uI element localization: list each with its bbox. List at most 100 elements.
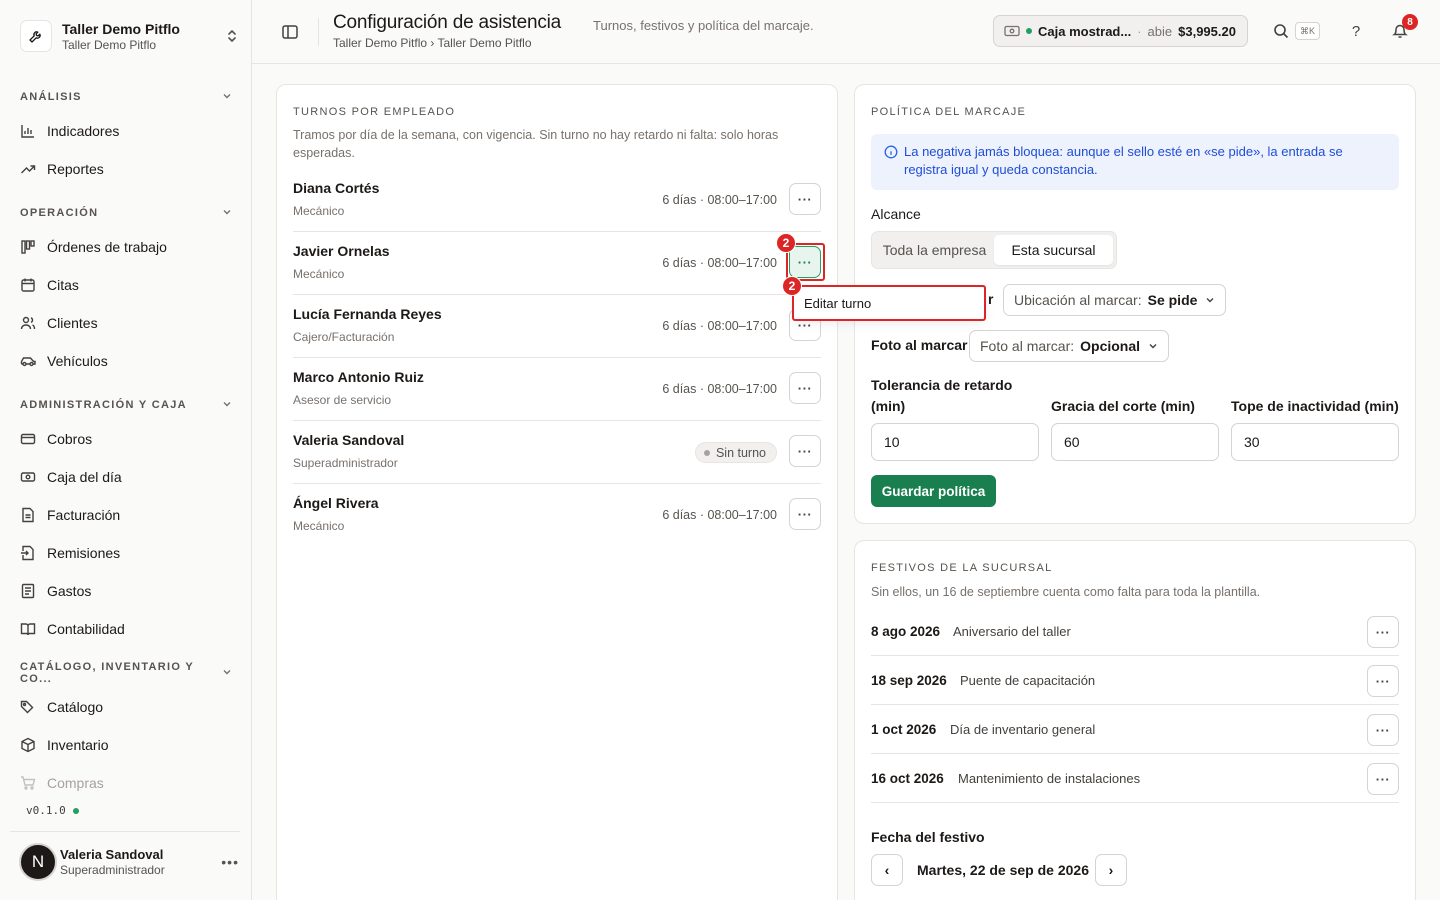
box-icon	[20, 737, 36, 753]
holiday-date: 16 oct 2026	[871, 771, 944, 786]
row-actions-button[interactable]: ···	[1367, 763, 1399, 795]
row-actions-button[interactable]: ···	[789, 372, 821, 404]
inactivity-input[interactable]: 30	[1231, 423, 1399, 461]
select-label: Foto al marcar:	[980, 338, 1075, 354]
cash-register-status[interactable]: Caja mostrad... · abie $3,995.20	[993, 15, 1248, 47]
search-shortcut: ⌘K	[1295, 22, 1321, 40]
row-actions-button[interactable]: ···	[1367, 616, 1399, 648]
receipt-icon	[20, 583, 36, 599]
sidebar-item-ordenes[interactable]: Órdenes de trabajo	[20, 232, 232, 262]
sidebar-item-citas[interactable]: Citas	[20, 270, 232, 300]
holiday-date: 1 oct 2026	[871, 722, 937, 737]
help-icon[interactable]: ?	[1347, 22, 1365, 40]
table-row: Valeria Sandoval Superadministrador Sin …	[293, 421, 821, 484]
sidebar-toggle-icon[interactable]	[280, 22, 300, 42]
sidebar-item-label: Facturación	[47, 507, 121, 523]
row-actions-button[interactable]: ···	[789, 183, 821, 215]
sidebar-item-label: Compras	[47, 775, 104, 791]
top-header: Configuración de asistencia Turnos, fest…	[252, 0, 1440, 64]
employee-role: Asesor de servicio	[293, 393, 392, 407]
row-actions-button[interactable]: ···	[789, 498, 821, 530]
info-alert: La negativa jamás bloquea: aunque el sel…	[871, 134, 1399, 190]
sidebar-item-remisiones[interactable]: Remisiones	[20, 538, 232, 568]
tolerance-input[interactable]: 10	[871, 423, 1039, 461]
employee-role: Mecánico	[293, 267, 345, 281]
sidebar-item-inventario[interactable]: Inventario	[20, 730, 232, 760]
app-version: v0.1.0	[26, 804, 79, 817]
prev-date-button[interactable]: ‹	[871, 854, 903, 886]
section-label: TURNOS POR EMPLEADO	[293, 106, 456, 118]
scope-label: Alcance	[871, 206, 921, 222]
sidebar-item-clientes[interactable]: Clientes	[20, 308, 232, 338]
file-icon	[20, 507, 36, 523]
section-operacion[interactable]: OPERACIÓN	[20, 205, 232, 221]
sidebar-item-label: Clientes	[47, 315, 98, 331]
status-badge-label: Sin turno	[715, 445, 766, 460]
scope-toggle: Toda la empresa Esta sucursal	[871, 231, 1117, 269]
highlight-box	[792, 285, 986, 321]
user-menu[interactable]: N Valeria Sandoval Superadministrador ••…	[19, 843, 239, 881]
sidebar: Taller Demo Pitflo Taller Demo Pitflo AN…	[0, 0, 252, 900]
tags-icon	[20, 699, 36, 715]
section-label: POLÍTICA DEL MARCAJE	[871, 106, 1027, 118]
sidebar-item-contabilidad[interactable]: Contabilidad	[20, 614, 232, 644]
photo-select[interactable]: Foto al marcar: Opcional	[969, 330, 1170, 362]
sidebar-item-gastos[interactable]: Gastos	[20, 576, 232, 606]
separator: ·	[1137, 23, 1142, 39]
breadcrumb[interactable]: Taller Demo Pitflo › Taller Demo Pitflo	[333, 36, 532, 50]
list-item: 18 sep 2026 Puente de capacitación ···	[871, 656, 1399, 705]
sidebar-item-label: Citas	[47, 277, 79, 293]
row-actions-button[interactable]: ···	[1367, 665, 1399, 697]
section-administracion[interactable]: ADMINISTRACIÓN Y CAJA	[20, 397, 232, 413]
select-value: Opcional	[1080, 338, 1141, 354]
row-actions-button[interactable]: ···	[1367, 714, 1399, 746]
section-title: OPERACIÓN	[20, 207, 99, 219]
employee-name: Ángel Rivera	[293, 495, 379, 511]
trend-up-icon	[20, 161, 36, 177]
wrench-icon	[20, 20, 52, 52]
section-catalogo[interactable]: CATÁLOGO, INVENTARIO Y CO...	[20, 661, 232, 685]
sidebar-item-indicadores[interactable]: Indicadores	[20, 116, 232, 146]
info-text: La negativa jamás bloquea: aunque el sel…	[904, 144, 1343, 177]
cart-icon	[20, 775, 36, 791]
sidebar-item-catalogo[interactable]: Catálogo	[20, 692, 232, 722]
shifts-card: TURNOS POR EMPLEADO Tramos por día de la…	[276, 84, 838, 900]
chevron-down-icon	[1205, 295, 1215, 305]
status-dot	[1026, 28, 1032, 34]
scope-option-branch[interactable]: Esta sucursal	[994, 235, 1113, 265]
chevron-down-icon	[222, 207, 232, 220]
list-item: 8 ago 2026 Aniversario del taller ···	[871, 607, 1399, 656]
table-row: Ángel Rivera Mecánico 6 días · 08:00–17:…	[293, 484, 821, 547]
section-analisis[interactable]: ANÁLISIS	[20, 89, 232, 105]
status-badge: Sin turno	[694, 442, 777, 463]
org-switcher[interactable]: Taller Demo Pitflo Taller Demo Pitflo	[20, 18, 240, 54]
photo-label: Foto al marcar	[871, 337, 968, 353]
employee-schedule: 6 días · 08:00–17:00	[662, 508, 777, 522]
sidebar-item-label: Indicadores	[47, 123, 120, 139]
sidebar-item-reportes[interactable]: Reportes	[20, 154, 232, 184]
location-select[interactable]: Ubicación al marcar: Se pide	[1003, 284, 1227, 316]
date-field-label: Fecha del festivo	[871, 829, 985, 845]
sidebar-item-label: Contabilidad	[47, 621, 125, 637]
status-dot	[72, 807, 79, 814]
more-horizontal-icon[interactable]: •••	[221, 854, 239, 870]
sidebar-item-compras[interactable]: Compras	[20, 768, 232, 798]
save-policy-button[interactable]: Guardar política	[871, 475, 996, 507]
row-actions-button[interactable]: ···	[789, 435, 821, 467]
sidebar-item-cobros[interactable]: Cobros	[20, 424, 232, 454]
version-text: v0.1.0	[26, 804, 66, 817]
section-title: ANÁLISIS	[20, 91, 82, 103]
org-name: Taller Demo Pitflo	[62, 20, 180, 37]
scope-option-company[interactable]: Toda la empresa	[875, 235, 994, 265]
search-icon[interactable]	[1272, 22, 1290, 40]
sidebar-item-caja[interactable]: Caja del día	[20, 462, 232, 492]
sidebar-item-facturacion[interactable]: Facturación	[20, 500, 232, 530]
employee-name: Valeria Sandoval	[293, 432, 405, 448]
grace-input[interactable]: 60	[1051, 423, 1219, 461]
next-date-button[interactable]: ›	[1095, 854, 1127, 886]
page-title: Configuración de asistencia	[333, 12, 562, 33]
sidebar-item-label: Inventario	[47, 737, 109, 753]
sidebar-item-vehiculos[interactable]: Vehículos	[20, 346, 232, 376]
register-name: Caja mostrad...	[1038, 23, 1132, 39]
employee-name: Diana Cortés	[293, 180, 380, 196]
